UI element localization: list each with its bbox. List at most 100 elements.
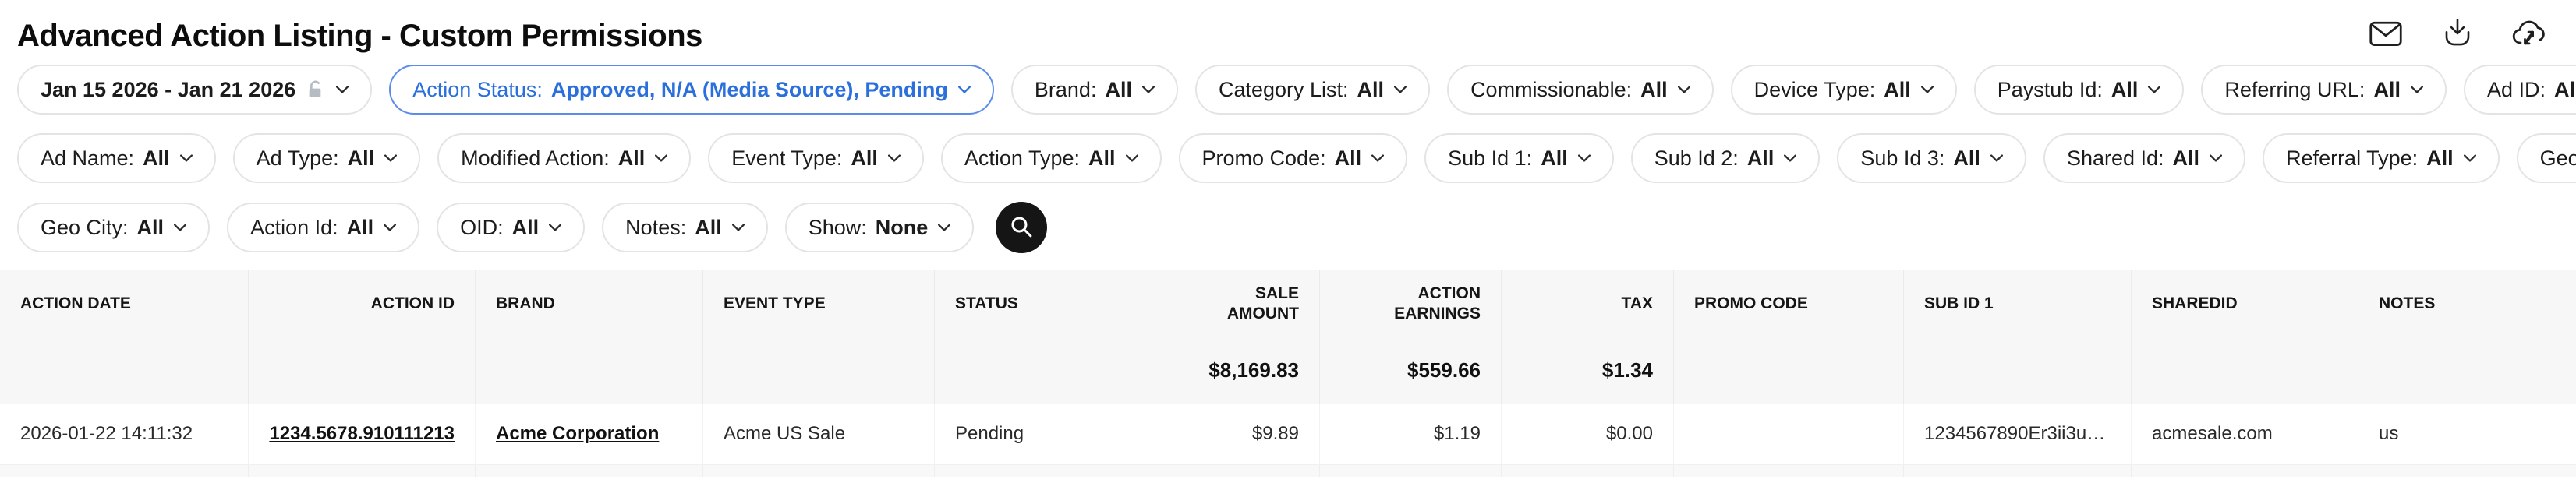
- col-header-event-type[interactable]: EVENT TYPE: [703, 270, 935, 337]
- filter-label: Ad Type:: [257, 146, 339, 171]
- chevron-down-icon: [2464, 154, 2476, 162]
- filter-label: Shared Id:: [2067, 146, 2164, 171]
- stub-cell: [476, 465, 703, 477]
- chevron-down-icon: [1142, 86, 1155, 93]
- col-header-sharedid[interactable]: SHAREDID: [2132, 270, 2358, 337]
- filter-value: All: [2426, 146, 2454, 171]
- cell-promo-code: [1674, 404, 1904, 464]
- action-status-filter[interactable]: Action Status: Approved, N/A (Media Sour…: [389, 65, 994, 115]
- filter-value: All: [137, 216, 165, 240]
- filter-chip[interactable]: Geo City: All: [17, 203, 210, 252]
- chevron-down-icon: [888, 154, 901, 162]
- filter-label: Commissionable:: [1470, 78, 1632, 102]
- cell-event-type: Acme US Sale: [703, 404, 935, 464]
- stub-cell: [703, 465, 935, 477]
- date-range-filter[interactable]: Jan 15 2026 - Jan 21 2026: [17, 65, 372, 115]
- filter-value: All: [1884, 78, 1911, 102]
- filter-chip[interactable]: Referral Type: All: [2263, 133, 2500, 183]
- col-header-notes[interactable]: NOTES: [2358, 270, 2576, 337]
- summary-cell: [2358, 337, 2576, 404]
- chevron-down-icon: [384, 224, 396, 231]
- cell-action-date: 2026-01-22 14:11:32: [0, 404, 249, 464]
- filter-chip[interactable]: Sub Id 3: All: [1837, 133, 2026, 183]
- filter-chip[interactable]: Geo Country: All: [2517, 133, 2576, 183]
- page-title: Advanced Action Listing - Custom Permiss…: [17, 12, 702, 54]
- filter-value: All: [1335, 146, 1362, 171]
- topbar: Advanced Action Listing - Custom Permiss…: [0, 0, 2576, 54]
- filter-label: Show:: [809, 216, 867, 240]
- col-header-sale-amount[interactable]: SALE AMOUNT: [1166, 270, 1320, 337]
- filter-chip[interactable]: Action Id: All: [227, 203, 419, 252]
- chevron-down-icon: [1678, 86, 1690, 93]
- filter-value: All: [2173, 146, 2200, 171]
- col-header-action-date[interactable]: ACTION DATE: [0, 270, 249, 337]
- col-header-promo-code[interactable]: PROMO CODE: [1674, 270, 1904, 337]
- filter-chip[interactable]: Sub Id 1: All: [1424, 133, 1614, 183]
- filter-chip[interactable]: Sub Id 2: All: [1631, 133, 1821, 183]
- filter-row-2: Ad Name: All Ad Type: All Modified Actio…: [17, 133, 2576, 183]
- summary-tax: $1.34: [1502, 337, 1674, 404]
- filter-chip[interactable]: OID: All: [437, 203, 585, 252]
- col-header-sub-id-1[interactable]: SUB ID 1: [1904, 270, 2132, 337]
- chevron-down-icon: [2210, 154, 2222, 162]
- chevron-down-icon: [655, 154, 667, 162]
- filter-chip[interactable]: Notes: All: [602, 203, 768, 252]
- search-button[interactable]: [996, 202, 1047, 253]
- filter-chip[interactable]: Category List: All: [1195, 65, 1430, 115]
- filter-value: All: [695, 216, 722, 240]
- filter-chip[interactable]: Commissionable: All: [1447, 65, 1714, 115]
- cell-action-earnings: $1.19: [1320, 404, 1502, 464]
- brand-link[interactable]: Acme Corporation: [496, 423, 659, 445]
- filter-label: Action Type:: [964, 146, 1080, 171]
- filter-chip[interactable]: Ad Name: All: [17, 133, 216, 183]
- filter-chip[interactable]: Event Type: All: [708, 133, 924, 183]
- col-header-action-id[interactable]: ACTION ID: [249, 270, 476, 337]
- filter-chip[interactable]: Show: None: [785, 203, 975, 252]
- filter-label: OID:: [460, 216, 504, 240]
- filter-chip[interactable]: Referring URL: All: [2201, 65, 2447, 115]
- filter-value: Approved, N/A (Media Source), Pending: [551, 78, 948, 102]
- filter-chip[interactable]: Modified Action: All: [437, 133, 691, 183]
- cell-action-id[interactable]: 1234.5678.910111213: [249, 404, 476, 464]
- chevron-down-icon: [1578, 154, 1591, 162]
- filter-chip[interactable]: Ad ID: All: [2464, 65, 2576, 115]
- filter-label: Device Type:: [1754, 78, 1876, 102]
- filter-chip[interactable]: Paystub Id: All: [1974, 65, 2185, 115]
- filter-label: Brand:: [1035, 78, 1097, 102]
- filter-chip[interactable]: Brand: All: [1011, 65, 1178, 115]
- download-button[interactable]: [2439, 17, 2476, 51]
- filter-label: Geo City:: [41, 216, 129, 240]
- filter-label: Category List:: [1219, 78, 1349, 102]
- filter-chip[interactable]: Ad Type: All: [233, 133, 421, 183]
- filter-label: Promo Code:: [1202, 146, 1326, 171]
- email-button[interactable]: [2367, 17, 2404, 51]
- filter-chip[interactable]: Promo Code: All: [1179, 133, 1408, 183]
- chevron-down-icon: [1371, 154, 1384, 162]
- summary-cell: [2132, 337, 2358, 404]
- table-body: 2026-01-22 14:11:32 1234.5678.910111213 …: [0, 404, 2576, 465]
- cell-brand[interactable]: Acme Corporation: [476, 404, 703, 464]
- unlock-icon: [306, 79, 324, 100]
- col-header-status[interactable]: STATUS: [935, 270, 1166, 337]
- cloud-sync-icon: [2511, 17, 2547, 52]
- filter-value: All: [1088, 146, 1116, 171]
- col-header-brand[interactable]: BRAND: [476, 270, 703, 337]
- filter-chip[interactable]: Shared Id: All: [2043, 133, 2245, 183]
- stub-cell: [249, 465, 476, 477]
- filter-value: All: [512, 216, 540, 240]
- search-icon: [1008, 213, 1035, 242]
- filter-value: All: [1105, 78, 1132, 102]
- filter-value: All: [1357, 78, 1385, 102]
- col-header-tax[interactable]: TAX: [1502, 270, 1674, 337]
- col-header-action-earnings[interactable]: ACTION EARNINGS: [1320, 270, 1502, 337]
- filter-chip[interactable]: Device Type: All: [1731, 65, 1957, 115]
- chevron-down-icon: [2148, 86, 2160, 93]
- cell-status: Pending: [935, 404, 1166, 464]
- stub-cell: [2132, 465, 2358, 477]
- action-id-link[interactable]: 1234.5678.910111213: [269, 423, 455, 445]
- stub-cell: [1674, 465, 1904, 477]
- cloud-sync-button[interactable]: [2511, 17, 2548, 51]
- filter-chip[interactable]: Action Type: All: [941, 133, 1162, 183]
- cell-notes: us: [2358, 404, 2576, 464]
- filter-value: All: [347, 216, 374, 240]
